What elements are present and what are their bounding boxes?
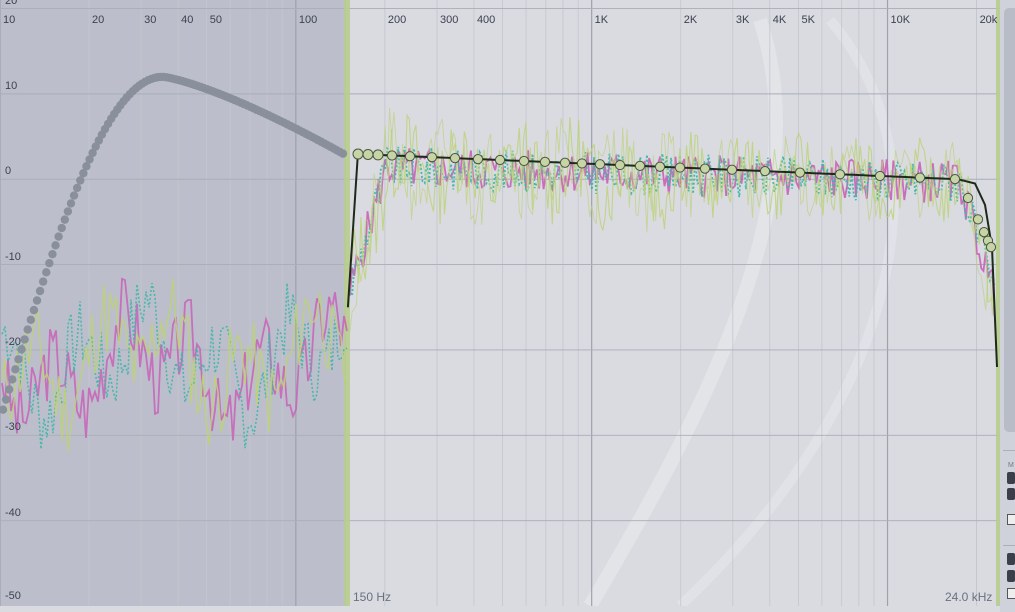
grey-curve-point <box>20 335 29 344</box>
eq-analyzer-window: 10 20 30 40 50 100 200 300 400 1K 2K 3K … <box>0 0 1015 612</box>
high-cut-frequency-label: 24.0 kHz <box>945 590 993 604</box>
freq-label-10k: 10K <box>890 14 911 26</box>
eq-node <box>449 153 461 164</box>
eq-node <box>362 148 374 160</box>
db-label-minus-10: -10 <box>5 250 21 263</box>
grey-curve-point <box>76 176 85 185</box>
eq-node <box>634 160 646 171</box>
eq-node <box>352 148 364 160</box>
eq-node <box>726 164 738 175</box>
db-label-minus-40: -40 <box>5 506 21 519</box>
side-checkbox-2[interactable] <box>1007 588 1015 599</box>
eq-node <box>699 163 711 174</box>
db-label-minus-20: -20 <box>5 335 21 348</box>
grey-curve-point <box>29 305 39 315</box>
eq-node <box>759 166 771 177</box>
grey-curve-point <box>23 325 32 334</box>
grey-curve-point <box>32 296 42 305</box>
grey-curve-point <box>26 315 36 324</box>
db-label-20: 20 <box>5 0 18 7</box>
freq-label-100: 100 <box>298 14 318 26</box>
low-cut-shaded-region <box>0 0 346 606</box>
eq-node <box>372 149 384 161</box>
eq-node <box>559 157 571 168</box>
side-checkbox-1[interactable] <box>1007 514 1015 525</box>
freq-label-20k: 20k <box>979 14 998 26</box>
freq-label-50: 50 <box>209 14 223 26</box>
eq-node <box>674 162 686 173</box>
low-cut-frequency-label: 150 Hz <box>353 590 392 604</box>
grey-curve-point <box>45 258 54 268</box>
eq-node <box>576 158 588 169</box>
grey-curve-point <box>51 241 60 250</box>
db-label-minus-30: -30 <box>5 421 21 434</box>
frequency-response-plot[interactable] <box>0 0 1000 606</box>
eq-node <box>874 170 886 182</box>
freq-label-300: 300 <box>439 14 459 26</box>
grey-curve-point <box>8 375 17 384</box>
side-toggle-button-2[interactable] <box>1007 488 1015 500</box>
freq-label-10: 10 <box>3 14 16 26</box>
side-toggle-button-3[interactable] <box>1007 553 1015 565</box>
eq-node <box>985 241 997 253</box>
grey-curve-point <box>60 215 70 224</box>
eq-node <box>834 169 846 180</box>
vertical-scrollbar[interactable] <box>1004 8 1015 432</box>
eq-node <box>949 174 961 185</box>
eq-node <box>518 155 530 167</box>
eq-node <box>404 151 416 162</box>
freq-label-1k: 1K <box>594 14 609 26</box>
freq-label-20: 20 <box>92 14 105 26</box>
eq-node <box>654 161 666 172</box>
db-label-minus-50: -50 <box>5 590 21 602</box>
grey-curve-point <box>72 183 82 193</box>
freq-label-200: 200 <box>387 14 407 26</box>
grey-curve-point <box>63 207 73 216</box>
db-label-0: 0 <box>5 165 12 178</box>
eq-node <box>494 154 506 166</box>
eq-node <box>614 159 626 171</box>
grey-curve-point <box>4 385 14 394</box>
grey-curve-point <box>35 286 45 296</box>
eq-node <box>594 159 606 170</box>
grey-curve-point <box>11 365 20 374</box>
freq-label-400: 400 <box>476 14 496 26</box>
freq-label-4k: 4K <box>772 14 787 26</box>
freq-label-30: 30 <box>144 14 157 26</box>
eq-node <box>386 150 398 161</box>
freq-label-5k: 5K <box>801 14 815 26</box>
eq-node <box>978 227 990 238</box>
grey-curve-point <box>14 355 23 364</box>
side-toggle-button-1[interactable] <box>1007 472 1015 484</box>
eq-node <box>914 172 926 183</box>
grey-curve-point <box>1 395 11 404</box>
grey-curve-point <box>48 249 57 259</box>
grey-curve-point <box>38 277 48 286</box>
freq-label-3k: 3K <box>735 14 750 26</box>
grey-curve-point <box>66 199 76 208</box>
eq-node <box>972 214 984 225</box>
eq-node <box>962 192 974 204</box>
freq-label-40: 40 <box>181 14 194 26</box>
grey-curve-point <box>42 268 51 277</box>
freq-label-2k: 2K <box>683 14 698 26</box>
side-label: M <box>1008 462 1014 469</box>
eq-node <box>539 156 551 168</box>
eq-node <box>426 152 438 163</box>
eq-node <box>794 167 806 178</box>
db-label-10: 10 <box>5 79 18 92</box>
grey-curve-point <box>69 191 79 200</box>
grey-curve-point <box>338 149 348 158</box>
eq-node <box>472 153 484 165</box>
grey-curve-point <box>54 232 63 241</box>
grey-curve-point <box>57 223 66 233</box>
side-toggle-button-4[interactable] <box>1007 570 1015 582</box>
